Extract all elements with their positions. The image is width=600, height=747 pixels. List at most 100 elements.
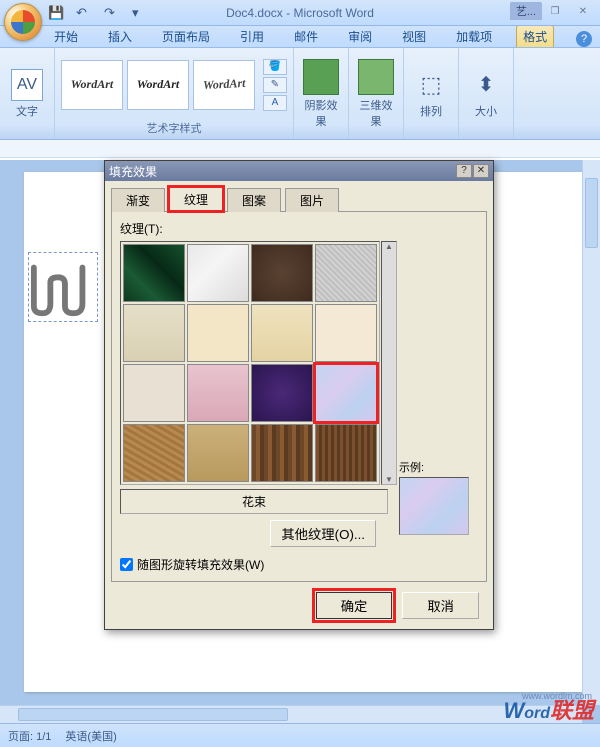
3d-label: 三维效果 [355, 97, 397, 129]
cube-icon [358, 59, 394, 95]
wordart-style-2[interactable]: WordArt [127, 60, 189, 110]
office-button[interactable] [4, 3, 42, 41]
texture-oak[interactable] [251, 424, 313, 482]
spacing-icon: AV [11, 69, 43, 101]
context-tab-label[interactable]: 艺... [510, 2, 542, 20]
tab-view[interactable]: 视图 [396, 26, 432, 47]
status-language[interactable]: 英语(美国) [65, 728, 116, 744]
tab-review[interactable]: 审阅 [342, 26, 378, 47]
sample-label: 示例: [399, 459, 479, 475]
texture-granite[interactable] [315, 244, 377, 302]
tab-texture[interactable]: 纹理 [169, 187, 223, 211]
3d-effects-button[interactable]: 三维效果 [355, 59, 397, 129]
close-button[interactable]: ✕ [572, 6, 594, 20]
shadow-effects-button[interactable]: 阴影效果 [300, 59, 342, 129]
wordart-style-1[interactable]: WordArt [61, 60, 123, 110]
change-shape-button[interactable]: A [263, 95, 287, 111]
watermark-logo: Word联盟 [503, 693, 594, 725]
size-label: 大小 [465, 103, 507, 119]
title-bar: 💾 ↶ ↷ ▾ Doc4.docx - Microsoft Word 艺... … [0, 0, 600, 26]
horizontal-scrollbar[interactable] [0, 705, 582, 723]
qat-dropdown-icon[interactable]: ▾ [132, 5, 148, 21]
dialog-buttons: 确定 取消 [105, 582, 493, 629]
restore-button[interactable]: ❐ [544, 6, 566, 20]
texture-newsprint[interactable] [123, 304, 185, 362]
tab-gradient[interactable]: 渐变 [111, 188, 165, 212]
dialog-content: 纹理(T): 花束 其他纹理(O) [111, 211, 487, 582]
texture-medium-wood[interactable] [315, 424, 377, 482]
tab-picture[interactable]: 图片 [285, 188, 339, 212]
tab-mailings[interactable]: 邮件 [288, 26, 324, 47]
tab-addins[interactable]: 加载项 [450, 26, 498, 47]
wordart-gallery[interactable]: WordArt WordArt WordArt [61, 60, 255, 110]
tab-home[interactable]: 开始 [48, 26, 84, 47]
group-wordart-styles: WordArt WordArt WordArt 🪣 ✎ A 艺术字样式 [55, 48, 294, 139]
shadow-label: 阴影效果 [300, 97, 342, 129]
rotate-fill-checkbox[interactable]: 随图形旋转填充效果(W) [120, 550, 478, 573]
group-arrange: ⬚ 排列 [404, 48, 459, 139]
rotate-fill-label: 随图形旋转填充效果(W) [137, 556, 264, 573]
texture-name-display: 花束 [120, 489, 388, 514]
status-bar: 页面: 1/1 英语(美国) [0, 723, 600, 747]
group-shadow: 阴影效果 [294, 48, 349, 139]
size-icon: ⬍ [470, 69, 502, 101]
arrange-label: 排列 [410, 103, 452, 119]
redo-icon[interactable]: ↷ [104, 5, 120, 21]
tab-insert[interactable]: 插入 [102, 26, 138, 47]
texture-scrollbar[interactable] [381, 241, 397, 485]
texture-pink-tissue[interactable] [187, 364, 249, 422]
rotate-fill-input[interactable] [120, 558, 133, 571]
texture-purple-mesh[interactable] [251, 364, 313, 422]
texture-green-marble[interactable] [123, 244, 185, 302]
group-size: ⬍ 大小 [459, 48, 514, 139]
texture-canvas[interactable] [123, 364, 185, 422]
help-icon[interactable]: ? [576, 31, 592, 47]
edit-text-button[interactable]: AV 文字 [6, 69, 48, 119]
texture-stationery[interactable] [315, 304, 377, 362]
texture-walnut[interactable] [187, 424, 249, 482]
texture-label: 纹理(T): [120, 220, 478, 237]
window-title: Doc4.docx - Microsoft Word [226, 6, 374, 20]
size-button[interactable]: ⬍ 大小 [465, 69, 507, 119]
tab-pagelayout[interactable]: 页面布局 [156, 26, 216, 47]
dialog-tabs: 渐变 纹理 图案 图片 [105, 181, 493, 211]
texture-brown-marble[interactable] [251, 244, 313, 302]
texture-recycled-paper[interactable] [187, 304, 249, 362]
shape-fill-button[interactable]: 🪣 [263, 59, 287, 75]
scroll-thumb-v[interactable] [585, 178, 598, 248]
tab-pattern[interactable]: 图案 [227, 188, 281, 212]
arrange-icon: ⬚ [415, 69, 447, 101]
dialog-close-button[interactable]: ✕ [473, 164, 489, 178]
group-text: AV 文字 [0, 48, 55, 139]
horizontal-ruler[interactable] [0, 140, 600, 158]
sample-area: 示例: [399, 459, 479, 535]
texture-cork[interactable] [123, 424, 185, 482]
shape-outline-button[interactable]: ✎ [263, 77, 287, 93]
texture-white-marble[interactable] [187, 244, 249, 302]
text-group-label: 文字 [6, 103, 48, 119]
tab-format[interactable]: 格式 [516, 25, 554, 47]
vertical-scrollbar[interactable] [582, 160, 600, 705]
scroll-thumb-h[interactable] [18, 708, 288, 721]
tab-references[interactable]: 引用 [234, 26, 270, 47]
ribbon-body: AV 文字 WordArt WordArt WordArt 🪣 ✎ A 艺术字样… [0, 48, 600, 140]
cancel-button[interactable]: 取消 [402, 592, 479, 619]
texture-parchment[interactable] [251, 304, 313, 362]
undo-icon[interactable]: ↶ [76, 5, 92, 21]
watermark-ord: ord [524, 705, 550, 722]
dialog-title: 填充效果 [109, 163, 456, 180]
ok-button[interactable]: 确定 [316, 592, 393, 619]
quick-access-toolbar: 💾 ↶ ↷ ▾ [48, 5, 148, 21]
wordart-style-3[interactable]: WordArt [193, 60, 255, 110]
arrange-button[interactable]: ⬚ 排列 [410, 69, 452, 119]
save-icon[interactable]: 💾 [48, 5, 64, 21]
shadow-icon [303, 59, 339, 95]
wordart-object[interactable] [28, 252, 98, 322]
dialog-help-button[interactable]: ? [456, 164, 472, 178]
other-texture-button[interactable]: 其他纹理(O)... [270, 520, 376, 547]
watermark-red: 联盟 [550, 698, 594, 723]
texture-bouquet[interactable] [315, 364, 377, 422]
status-page[interactable]: 页面: 1/1 [8, 728, 51, 744]
dialog-titlebar[interactable]: 填充效果 ? ✕ [105, 161, 493, 181]
texture-grid [120, 241, 380, 485]
